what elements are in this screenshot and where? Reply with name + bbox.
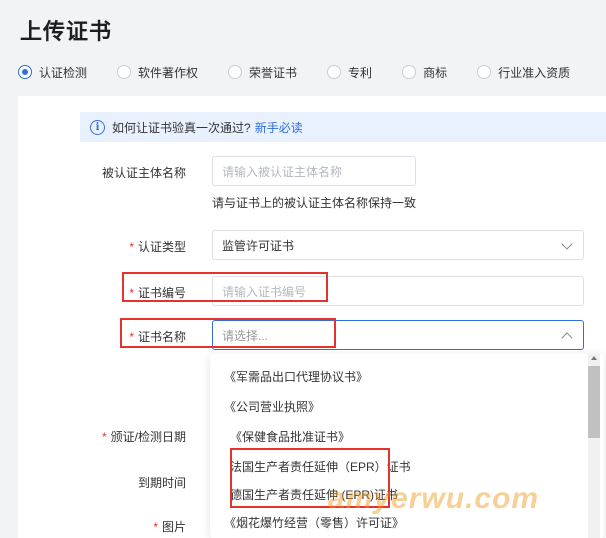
radio-button[interactable] [327, 65, 342, 79]
radio-label: 商标 [423, 65, 448, 80]
radio-button[interactable] [402, 65, 417, 79]
radio-button[interactable] [228, 65, 243, 79]
highlight-box-cert-name [120, 318, 336, 348]
label-text: 被认证主体名称 [101, 166, 186, 180]
chevron-down-icon [561, 238, 573, 250]
label-text: 颁证/检测日期 [110, 430, 186, 444]
scroll-up-arrow-icon[interactable] [591, 356, 597, 360]
dropdown-option[interactable]: 《烟花爆竹经营（零售）许可证》 [224, 514, 404, 531]
notice-text: 如何让证书验真一次通过? [112, 120, 251, 135]
radio-industry-qualification[interactable]: 行业准入资质 [477, 64, 570, 81]
dropdown-scrollbar-thumb[interactable] [588, 366, 600, 438]
subject-name-hint: 请与证书上的被认证主体名称保持一致 [212, 196, 417, 210]
subject-name-input[interactable]: 请输入被认证主体名称 [212, 156, 416, 186]
required-mark: * [101, 430, 107, 444]
select-value: 监管许可证书 [222, 238, 295, 253]
radio-button-checked[interactable] [18, 65, 32, 79]
label-text: 到期时间 [137, 476, 186, 490]
required-mark: * [129, 240, 134, 254]
issue-date-label: * 颁证/检测日期 [102, 428, 186, 445]
chevron-up-icon [561, 332, 573, 344]
page-title: 上传证书 [20, 19, 113, 44]
radio-honor-certificate[interactable]: 荣誉证书 [228, 64, 297, 81]
radio-button[interactable] [477, 65, 492, 79]
required-mark: * [153, 520, 158, 534]
upload-certificate-page: 上传证书 认证检测 软件著作权 荣誉证书 专利 商标 行业准入资质 i 如何让证… [0, 0, 606, 538]
dropdown-option[interactable]: 《公司营业执照》 [224, 398, 320, 415]
radio-label: 软件著作权 [138, 65, 199, 80]
radio-patent[interactable]: 专利 [327, 64, 372, 81]
radio-label: 专利 [348, 65, 373, 80]
label-text: 图片 [161, 520, 186, 534]
dropdown-option[interactable]: 《保健食品批准证书》 [230, 428, 350, 445]
radio-certification-testing[interactable]: 认证检测 [18, 64, 87, 81]
cert-category-label: * 认证类型 [129, 238, 186, 255]
radio-trademark[interactable]: 商标 [402, 64, 447, 81]
cert-category-select[interactable]: 监管许可证书 [212, 230, 584, 260]
radio-label: 认证检测 [39, 65, 88, 80]
form-card: i 如何让证书验真一次通过? 新手必读 被认证主体名称 请输入被认证主体名称 请… [18, 96, 606, 538]
watermark: amyerwu.com [328, 482, 540, 515]
info-icon: i [90, 119, 105, 135]
image-label: * 图片 [153, 518, 186, 535]
beginner-guide-link[interactable]: 新手必读 [255, 119, 303, 136]
radio-label: 行业准入资质 [498, 65, 571, 80]
highlight-box-cert-number [122, 272, 328, 302]
radio-software-copyright[interactable]: 软件著作权 [117, 64, 198, 81]
radio-label: 荣誉证书 [249, 65, 298, 80]
radio-button[interactable] [117, 65, 132, 79]
info-notice: i 如何让证书验真一次通过? 新手必读 [80, 112, 606, 142]
dropdown-option[interactable]: 《军需品出口代理协议书》 [224, 368, 368, 385]
subject-name-label: 被认证主体名称 [102, 164, 186, 181]
label-text: 认证类型 [137, 240, 186, 254]
expiry-label: 到期时间 [138, 474, 186, 491]
certificate-type-radio-group: 认证检测 软件著作权 荣誉证书 专利 商标 行业准入资质 [18, 62, 600, 82]
